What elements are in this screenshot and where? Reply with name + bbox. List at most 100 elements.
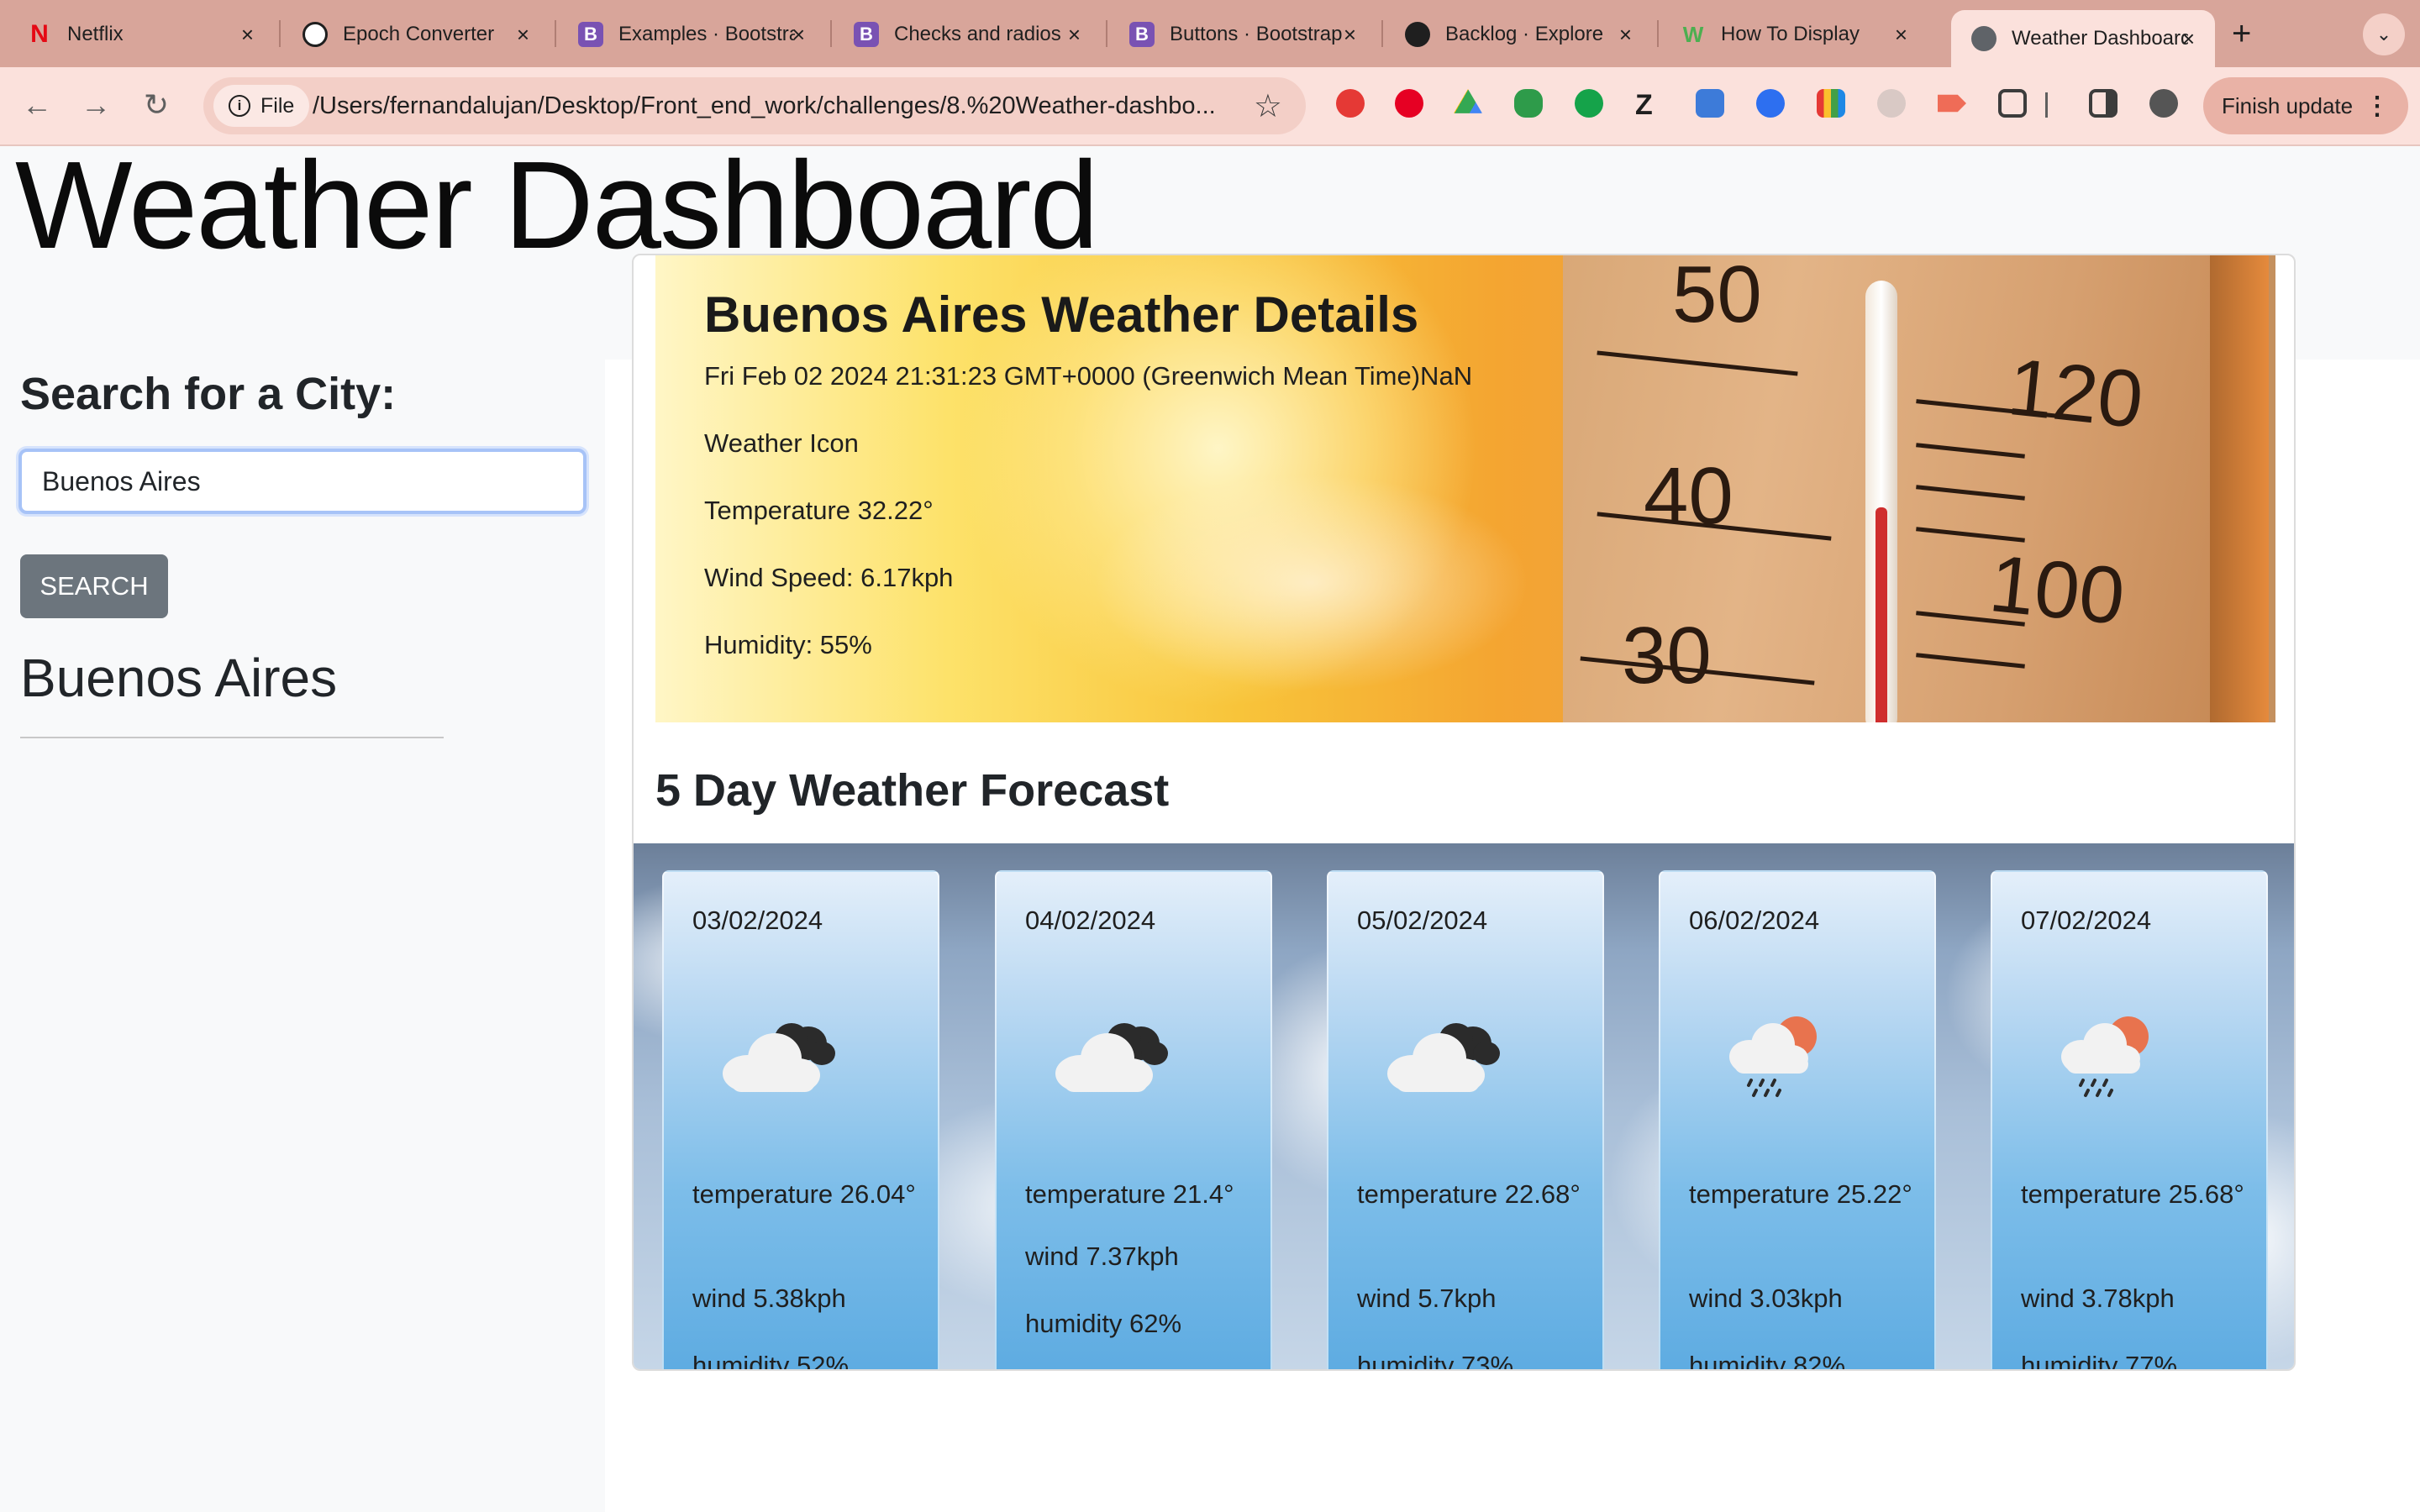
profile-avatar-icon[interactable] (2149, 89, 2178, 118)
z-extension-icon[interactable]: Z (1635, 89, 1664, 121)
new-tab-button[interactable]: + (2232, 15, 2251, 53)
bookmark-star-icon[interactable]: ☆ (1254, 87, 1282, 125)
browser-tab[interactable]: B Examples · Bootstrap × (558, 8, 825, 60)
grammarly-extension-icon[interactable] (1575, 89, 1603, 118)
thermometer-label: 50 (1672, 255, 1762, 339)
tab-close-icon[interactable]: × (241, 22, 254, 48)
thermometer-mercury (1876, 507, 1887, 722)
tab-close-icon[interactable]: × (1068, 22, 1081, 48)
reload-button[interactable]: ↻ (138, 87, 175, 123)
browser-tab[interactable]: B Buttons · Bootstrap × (1109, 8, 1376, 60)
thermometer-label: 30 (1622, 611, 1712, 701)
current-weather-title: Buenos Aires Weather Details (704, 286, 1419, 343)
search-button[interactable]: SEARCH (20, 554, 168, 618)
bootstrap-icon: B (854, 22, 879, 47)
forecast-card: 04/02/2024 temperature 21.4° wind 7.37kph h… (995, 870, 1272, 1369)
tab-title: Examples · Bootstrap (618, 23, 795, 45)
city-search-input[interactable] (18, 449, 587, 514)
forecast-temperature: temperature 25.68° (2021, 1179, 2244, 1209)
search-heading: Search for a City: (20, 369, 397, 419)
current-date: Fri Feb 02 2024 21:31:23 GMT+0000 (Green… (704, 361, 1473, 391)
tab-close-icon[interactable]: × (1895, 22, 1907, 48)
forward-button[interactable]: → (77, 87, 114, 123)
browser-tab-strip: N Netflix × Epoch Converter × B Examples · Boo… (0, 0, 2420, 67)
info-icon: i (229, 95, 250, 117)
thermometer-label: 120 (2003, 341, 2148, 446)
side-panel-icon[interactable] (2089, 89, 2118, 118)
history-city-button[interactable]: Buenos Aires (20, 647, 337, 709)
weather-icon-label: Weather Icon (704, 428, 859, 458)
cloudy-night-icon (1055, 1023, 1168, 1092)
browser-tab[interactable]: Epoch Converter × (282, 8, 550, 60)
forecast-heading: 5 Day Weather Forecast (655, 765, 1170, 816)
forecast-wind: wind 3.03kph (1689, 1284, 1843, 1313)
bootstrap-icon: B (1129, 22, 1155, 47)
tab-title: Netflix (67, 23, 124, 45)
pinterest-extension-icon[interactable] (1395, 89, 1423, 118)
tab-separator (279, 20, 281, 47)
browser-tab[interactable]: W How To Display × (1660, 8, 1928, 60)
forecast-temperature: temperature 22.68° (1357, 1179, 1581, 1209)
forecast-section: 03/02/2024 temperature 26.04° wind 5.38kph… (634, 843, 2294, 1371)
browser-tab[interactable]: Weather Dashboard × (1951, 10, 2215, 67)
forecast-date: 07/02/2024 (2021, 906, 2152, 935)
tab-close-icon[interactable]: × (1619, 22, 1632, 48)
zoom-extension-icon[interactable] (1756, 89, 1785, 118)
address-bar[interactable]: i File /Users/fernandalujan/Desktop/Fron… (203, 77, 1306, 134)
tab-close-icon[interactable]: × (2182, 26, 2195, 52)
weather-details-card: 50 120 40 30 100 Buenos Aires Weather De… (632, 254, 2296, 1371)
current-humidity: Humidity: 55% (704, 630, 872, 659)
url-text[interactable]: /Users/fernandalujan/Desktop/Front_end_w… (313, 92, 1245, 120)
finish-update-button[interactable]: Finish update ⋮ (2203, 77, 2408, 134)
site-info-label: File (260, 93, 295, 118)
colorpicker-extension-icon[interactable] (1817, 89, 1845, 118)
tab-title: Checks and radios (894, 23, 1061, 45)
tab-separator (1106, 20, 1107, 47)
loom-extension-icon[interactable] (1877, 89, 1906, 118)
tab-search-button[interactable]: ⌄ (2363, 13, 2405, 55)
rain-sun-icon (1728, 1015, 1818, 1097)
evernote-extension-icon[interactable] (1514, 89, 1543, 118)
adblock-extension-icon[interactable] (1336, 89, 1365, 118)
puzzle-extensions-icon[interactable] (1998, 89, 2027, 118)
forecast-humidity: humidity 77% (2021, 1351, 2178, 1371)
bootstrap-icon: B (578, 22, 603, 47)
tab-title: Buttons · Bootstrap (1170, 23, 1343, 45)
finish-update-label: Finish update (2222, 92, 2354, 118)
forecast-humidity: humidity 52% (692, 1351, 850, 1371)
browser-menu-icon[interactable]: ⋮ (2365, 92, 2390, 121)
tab-title: Backlog · Explore (1445, 23, 1604, 45)
browser-tab[interactable]: Backlog · Explore × (1385, 8, 1652, 60)
reader-extension-icon[interactable] (1696, 89, 1724, 118)
tab-separator (555, 20, 556, 47)
browser-tab[interactable]: N Netflix × (7, 8, 274, 60)
browser-tab[interactable]: B Checks and radios × (834, 8, 1101, 60)
history-divider (20, 737, 444, 738)
forecast-date: 05/02/2024 (1357, 906, 1488, 935)
forecast-wind: wind 5.7kph (1357, 1284, 1497, 1313)
tab-close-icon[interactable]: × (1344, 22, 1356, 48)
forecast-wind: wind 3.78kph (2021, 1284, 2175, 1313)
forecast-humidity: humidity 82% (1689, 1351, 1846, 1371)
tab-title: How To Display (1721, 23, 1860, 45)
tab-close-icon[interactable]: × (517, 22, 529, 48)
forecast-temperature: temperature 21.4° (1025, 1179, 1234, 1209)
toolbar-divider (2045, 92, 2048, 118)
w-icon: W (1682, 21, 1704, 47)
forecast-wind: wind 7.37kph (1025, 1242, 1179, 1271)
tab-close-icon[interactable]: × (792, 22, 805, 48)
forecast-temperature: temperature 26.04° (692, 1179, 916, 1209)
forecast-wind: wind 5.38kph (692, 1284, 846, 1313)
tab-separator (1657, 20, 1659, 47)
tab-title: Weather Dashboard (2012, 27, 2188, 50)
github-icon (1405, 22, 1430, 47)
current-temperature: Temperature 32.22° (704, 496, 934, 525)
cloudy-night-icon (1387, 1023, 1500, 1092)
forecast-date: 04/02/2024 (1025, 906, 1156, 935)
tab-separator (1381, 20, 1383, 47)
site-info-chip[interactable]: i File (213, 85, 310, 127)
back-button[interactable]: ← (18, 87, 55, 123)
current-weather-hero: 50 120 40 30 100 Buenos Aires Weather De… (655, 255, 2275, 722)
current-wind-speed: Wind Speed: 6.17kph (704, 563, 954, 592)
tab-title: Epoch Converter (343, 23, 495, 45)
